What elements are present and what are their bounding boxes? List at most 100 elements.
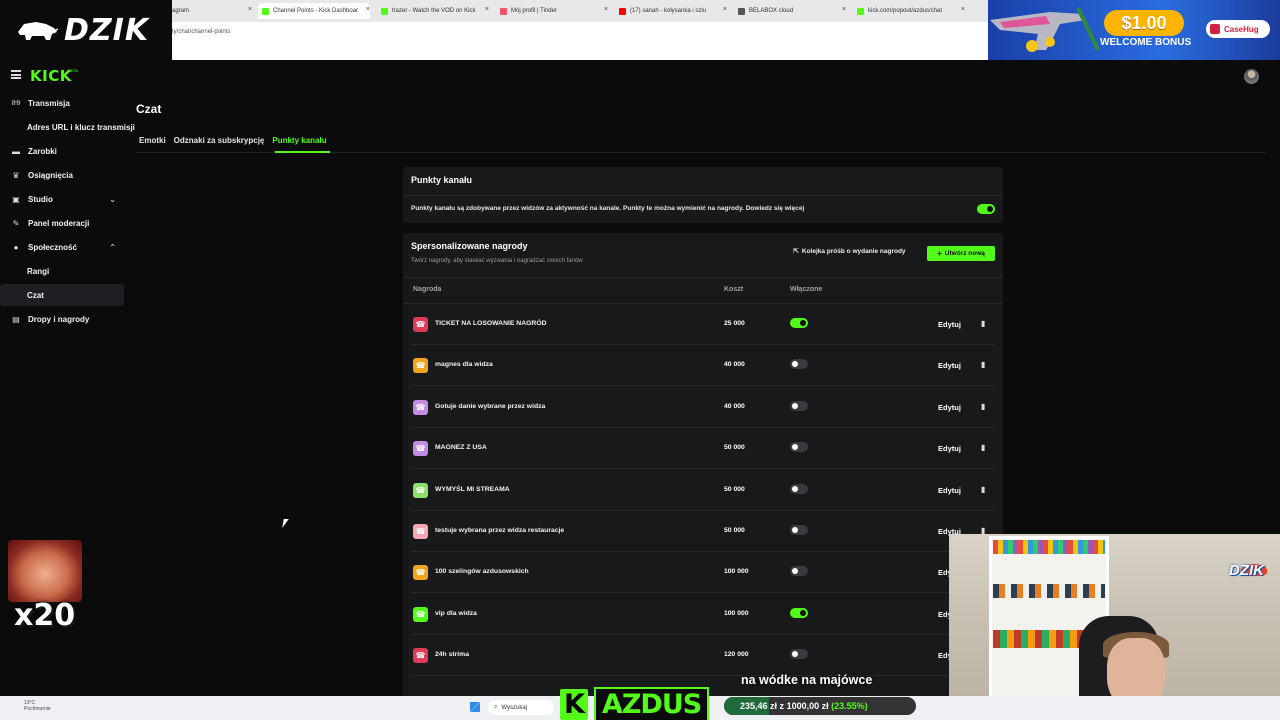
hamburger-menu-icon[interactable] <box>11 70 21 79</box>
azdus-logo-text: AZDUS <box>593 686 710 720</box>
sidebar-item-czat[interactable]: Czat <box>0 284 124 306</box>
tab-emotes[interactable]: Emotki <box>139 136 166 145</box>
sidebar-item-zarobki[interactable]: ▬ Zarobki <box>0 140 124 162</box>
close-tab-icon[interactable]: × <box>723 6 727 13</box>
column-header-enabled: Włączone <box>790 286 823 293</box>
reward-enabled-toggle[interactable] <box>790 649 808 660</box>
sidebar-item-panel-moderacji[interactable]: ✎ Panel moderacji <box>0 212 124 234</box>
url-text[interactable]: ty/chat/channel-points <box>172 29 230 35</box>
custom-rewards-card: Spersonalizowane nagrody Twórz nagrody, … <box>403 233 1003 696</box>
sidebar-item-transmisja[interactable]: ((•)) Transmisja <box>0 92 124 114</box>
casehug-logo: CaseHug <box>1206 20 1270 38</box>
reward-icon: ☎ <box>413 441 428 457</box>
browser-tab[interactable]: (17) sanah - kołysanka i szlu × <box>615 3 727 19</box>
reward-enabled-toggle[interactable] <box>790 318 808 328</box>
edit-reward-button[interactable]: Edytuj <box>938 444 961 453</box>
browser-tab[interactable]: trazer - Watch the VOD on Kick × <box>377 3 489 19</box>
reward-icon: ☎ <box>413 358 428 374</box>
chevron-down-icon[interactable]: ⌄ <box>109 195 116 204</box>
reward-cost: 120 000 <box>724 651 749 659</box>
channel-points-toggle[interactable] <box>977 204 995 214</box>
external-link-icon: ⇱ <box>793 248 799 255</box>
reward-cost: 50 000 <box>724 485 745 493</box>
reward-enabled-toggle[interactable] <box>790 607 808 618</box>
tab-favicon-icon <box>381 7 388 15</box>
wrench-icon: ✎ <box>12 218 20 228</box>
browser-tab-label: (17) sanah - kołysanka i szlu <box>630 8 707 14</box>
browser-tab[interactable]: kick.com/popout/azdus/chat × <box>853 3 965 19</box>
reward-enabled-toggle[interactable] <box>790 566 808 577</box>
edit-reward-button[interactable]: Edytuj <box>938 361 961 370</box>
card-divider <box>403 277 1003 278</box>
goal-text: 235,46 zł z 1000,00 zł (23.55%) <box>740 701 868 711</box>
browser-tab-label: BELABOX cloud <box>749 8 794 14</box>
browser-tab[interactable]: agram × <box>172 3 252 19</box>
goal-separator: z <box>779 701 785 711</box>
boar-icon <box>18 22 58 40</box>
sidebar-item-label: Zarobki <box>28 146 57 156</box>
trophy-icon: ♛ <box>12 170 20 180</box>
goal-target: 1000,00 zł <box>786 701 829 711</box>
user-avatar[interactable] <box>1244 69 1259 84</box>
close-tab-icon[interactable]: × <box>485 6 489 13</box>
edit-reward-button[interactable]: Edytuj <box>938 403 961 412</box>
close-tab-icon[interactable]: × <box>604 6 608 13</box>
sidebar-item-społeczność[interactable]: ● Społeczność ⌃ <box>0 236 124 258</box>
windows-start-icon[interactable] <box>470 702 480 712</box>
studio-icon: ▣ <box>12 194 20 204</box>
delete-reward-icon[interactable]: ▮ <box>981 360 985 369</box>
goal-current: 235,46 zł <box>740 701 778 711</box>
taskbar-search[interactable]: ⌕ Wyszukaj <box>488 700 554 715</box>
create-reward-button[interactable]: + Utwórz nową <box>927 246 995 261</box>
edit-reward-button[interactable]: Edytuj <box>938 320 961 329</box>
custom-rewards-subtitle: Twórz nagrody, aby stawiać wyzwania i na… <box>411 258 583 264</box>
sidebar-item-label: Transmisja <box>28 98 70 108</box>
gun-icon <box>990 7 1100 52</box>
reward-enabled-toggle[interactable] <box>790 525 808 535</box>
chevron-up-icon[interactable]: ⌃ <box>109 243 116 252</box>
weather-widget[interactable]: 13°C Pochmurnie <box>24 700 51 712</box>
reward-row: ☎ WYMYŚL MI STREAMA 50 000 Edytuj ▮ <box>411 470 995 511</box>
sidebar-item-adres-url-i-klucz-transmisji[interactable]: Adres URL i klucz transmisji <box>0 116 135 138</box>
browser-tab-label: Channel Points - Kick Dashboar <box>273 8 359 14</box>
browser-tab[interactable]: Channel Points - Kick Dashboar × <box>258 3 370 19</box>
reward-row: ☎ Gotuje danie wybrane przez widza 40 000 E… <box>411 387 995 428</box>
browser-tab[interactable]: Mój profil | Tinder × <box>496 3 608 19</box>
kick-logo[interactable]: KICK <box>30 67 72 85</box>
casehug-icon <box>1210 24 1220 34</box>
gift-icon: ▤ <box>12 314 20 324</box>
browser-tab[interactable]: BELABOX cloud × <box>734 3 846 19</box>
close-tab-icon[interactable]: × <box>961 6 965 13</box>
active-tab-underline <box>275 151 330 153</box>
delete-reward-icon[interactable]: ▮ <box>981 402 985 411</box>
tab-sub-badges[interactable]: Odznaki za subskrypcję <box>174 136 265 145</box>
casehug-ad-banner[interactable]: $1.00 WELCOME BONUS CaseHug <box>988 0 1280 60</box>
tab-channel-points[interactable]: Punkty kanału <box>272 136 326 145</box>
delete-reward-icon[interactable]: ▮ <box>981 485 985 494</box>
reward-name: WYMYŚL MI STREAMA <box>435 485 510 493</box>
reward-enabled-toggle[interactable] <box>790 483 808 494</box>
goal-percent: (23.55%) <box>831 701 868 711</box>
sidebar-item-osiągnięcia[interactable]: ♛ Osiągnięcia <box>0 164 124 186</box>
ad-bonus-text: WELCOME BONUS <box>1100 37 1192 48</box>
sidebar-item-studio[interactable]: ▣ Studio ⌄ <box>0 188 124 210</box>
reward-enabled-toggle[interactable] <box>790 359 808 370</box>
reward-name: 100 szelingów azdusowskich <box>435 568 529 576</box>
kick-beta-label: BETA <box>68 68 79 73</box>
redemption-queue-button[interactable]: ⇱ Kolejka próśb o wydanie nagrody <box>793 247 906 256</box>
redemption-queue-label: Kolejka próśb o wydanie nagrody <box>801 247 906 255</box>
column-header-reward: Nagroda <box>413 286 442 293</box>
reward-name: 24h strima <box>435 651 470 659</box>
close-tab-icon[interactable]: × <box>842 6 846 13</box>
reward-enabled-toggle[interactable] <box>790 400 808 411</box>
sidebar-item-rangi[interactable]: Rangi <box>0 260 124 282</box>
delete-reward-icon[interactable]: ▮ <box>981 319 985 328</box>
edit-reward-button[interactable]: Edytuj <box>938 486 961 495</box>
close-tab-icon[interactable]: × <box>248 6 252 13</box>
reward-cost: 100 000 <box>724 609 749 617</box>
close-tab-icon[interactable]: × <box>366 6 370 13</box>
delete-reward-icon[interactable]: ▮ <box>981 443 985 452</box>
sidebar-item-dropy-i-nagrody[interactable]: ▤ Dropy i nagrody <box>0 308 124 330</box>
reward-enabled-toggle[interactable] <box>790 442 808 453</box>
reward-cost: 100 000 <box>724 568 749 576</box>
